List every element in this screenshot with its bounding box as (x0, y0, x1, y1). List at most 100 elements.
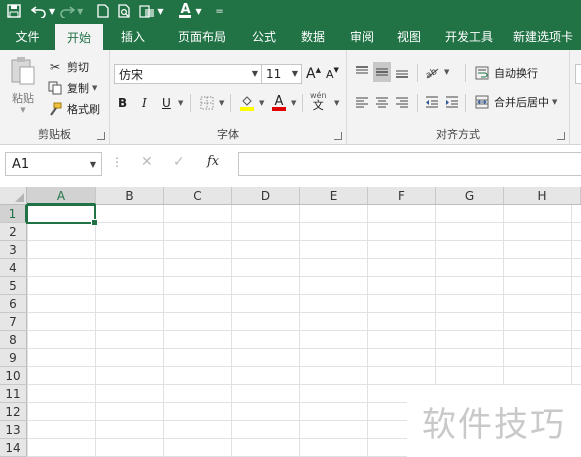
copy-button[interactable]: 复制 ▼ (46, 78, 97, 98)
name-box-dropdown-icon[interactable]: ▼ (90, 160, 96, 169)
row-header-12[interactable]: 12 (0, 403, 27, 421)
borders-button[interactable]: ▼ (198, 93, 224, 113)
import-dropdown-icon[interactable]: ▼ (157, 7, 163, 16)
font-name-combo[interactable]: 仿宋 ▼ (114, 64, 262, 84)
cut-button[interactable]: ✂ 剪切 (46, 57, 89, 77)
shrink-font-button[interactable]: A ▼ (326, 64, 339, 84)
font-name-dropdown-icon[interactable]: ▼ (252, 69, 258, 78)
tab-view[interactable]: 视图 (385, 22, 433, 50)
align-right-button[interactable] (393, 92, 411, 112)
top-align-button[interactable] (353, 62, 371, 82)
column-header-b[interactable]: B (96, 187, 164, 205)
font-color-dropdown-icon[interactable]: ▼ (195, 7, 201, 16)
font-launcher-icon[interactable] (334, 132, 342, 140)
font-color-ribbon-dropdown-icon[interactable]: ▼ (291, 99, 296, 107)
tab-insert[interactable]: 插入 (103, 22, 163, 50)
phonetic-button[interactable]: wén 文 (310, 91, 327, 111)
row-header-5[interactable]: 5 (0, 277, 27, 295)
orientation-button[interactable]: ab ▼ (423, 62, 449, 82)
alignment-launcher-icon[interactable] (557, 132, 565, 140)
row-header-10[interactable]: 10 (0, 367, 27, 385)
row-header-13[interactable]: 13 (0, 421, 27, 439)
column-header-f[interactable]: F (368, 187, 436, 205)
print-preview-icon[interactable] (115, 0, 135, 22)
column-header-d[interactable]: D (232, 187, 300, 205)
underline-dropdown-icon[interactable]: ▼ (178, 93, 183, 113)
select-all-button[interactable] (0, 187, 27, 205)
merge-center-button[interactable]: 合并后居中 ▼ (473, 92, 557, 112)
name-box[interactable]: A1 ▼ (5, 152, 102, 176)
align-left-button[interactable] (353, 92, 371, 112)
bold-button[interactable]: B (118, 93, 127, 113)
borders-dropdown-icon[interactable]: ▼ (219, 99, 224, 107)
underline-button[interactable]: U (162, 93, 171, 113)
align-center-button[interactable] (373, 92, 391, 112)
increase-indent-icon (443, 93, 461, 111)
tab-developer[interactable]: 开发工具 (433, 22, 505, 50)
formula-input[interactable] (238, 152, 581, 176)
phonetic-dropdown-icon[interactable]: ▼ (334, 93, 339, 113)
font-size-dropdown-icon[interactable]: ▼ (292, 69, 298, 78)
undo-dropdown-icon[interactable]: ▼ (49, 7, 55, 16)
italic-button[interactable]: I (142, 93, 147, 113)
orientation-dropdown-icon[interactable]: ▼ (444, 68, 449, 76)
new-file-icon[interactable] (93, 0, 113, 22)
row-header-4[interactable]: 4 (0, 259, 27, 277)
fill-color-dropdown-icon[interactable]: ▼ (259, 99, 264, 107)
row-header-7[interactable]: 7 (0, 313, 27, 331)
enter-icon[interactable]: ✓ (173, 154, 185, 170)
import-icon[interactable] (137, 0, 157, 22)
active-cell-a1[interactable] (26, 204, 98, 226)
bottom-align-button[interactable] (393, 62, 411, 82)
tab-home[interactable]: 开始 (55, 24, 103, 50)
grow-font-button[interactable]: A ▲ (306, 64, 321, 84)
column-header-g[interactable]: G (436, 187, 504, 205)
tab-data[interactable]: 数据 (287, 22, 339, 50)
column-header-c[interactable]: C (164, 187, 232, 205)
row-header-1[interactable]: 1 (0, 205, 27, 223)
font-color-button[interactable]: A ▼ (270, 93, 296, 113)
row-header-2[interactable]: 2 (0, 223, 27, 241)
column-header-a[interactable]: A (27, 187, 96, 205)
redo-dropdown-icon[interactable]: ▼ (77, 7, 83, 16)
align-left-icon (353, 93, 371, 111)
svg-text:ab: ab (424, 67, 439, 79)
tab-formulas[interactable]: 公式 (241, 22, 287, 50)
row-header-6[interactable]: 6 (0, 295, 27, 313)
row-header-11[interactable]: 11 (0, 385, 27, 403)
row-header-8[interactable]: 8 (0, 331, 27, 349)
copy-dropdown-icon[interactable]: ▼ (92, 84, 97, 92)
insert-function-icon[interactable]: fx (207, 154, 219, 169)
decrease-indent-button[interactable] (423, 92, 441, 112)
number-format-combo[interactable] (575, 64, 581, 84)
row-header-14[interactable]: 14 (0, 439, 27, 457)
paste-button[interactable]: 粘贴 ▼ (6, 56, 40, 114)
column-header-h[interactable]: H (504, 187, 581, 205)
redo-icon[interactable] (57, 0, 77, 22)
watermark-text: 软件技巧 (407, 385, 581, 457)
formula-bar-grip-icon[interactable]: ⋮ (111, 155, 123, 169)
font-size-combo[interactable]: 11 ▼ (262, 64, 302, 84)
tab-page-layout[interactable]: 页面布局 (163, 22, 241, 50)
top-align-icon (353, 63, 371, 81)
tab-review[interactable]: 审阅 (339, 22, 385, 50)
font-color-icon[interactable]: A (175, 0, 195, 22)
format-painter-button[interactable]: 格式刷 (46, 99, 100, 119)
increase-indent-button[interactable] (443, 92, 461, 112)
row-header-9[interactable]: 9 (0, 349, 27, 367)
cancel-icon[interactable]: ✕ (141, 154, 153, 170)
fill-color-icon (238, 94, 256, 112)
paste-dropdown-icon[interactable]: ▼ (20, 106, 25, 114)
customize-icon[interactable]: = (210, 0, 230, 22)
tab-new-tab[interactable]: 新建选项卡 (505, 22, 581, 50)
tab-file[interactable]: 文件 (0, 22, 55, 50)
clipboard-launcher-icon[interactable] (97, 132, 105, 140)
column-header-e[interactable]: E (300, 187, 368, 205)
row-header-3[interactable]: 3 (0, 241, 27, 259)
save-icon[interactable] (4, 0, 24, 22)
wrap-text-button[interactable]: 自动换行 (473, 63, 538, 83)
undo-icon[interactable] (29, 0, 49, 22)
fill-color-button[interactable]: ▼ (238, 93, 264, 113)
merge-center-dropdown-icon[interactable]: ▼ (552, 98, 557, 106)
middle-align-button[interactable] (373, 62, 391, 82)
